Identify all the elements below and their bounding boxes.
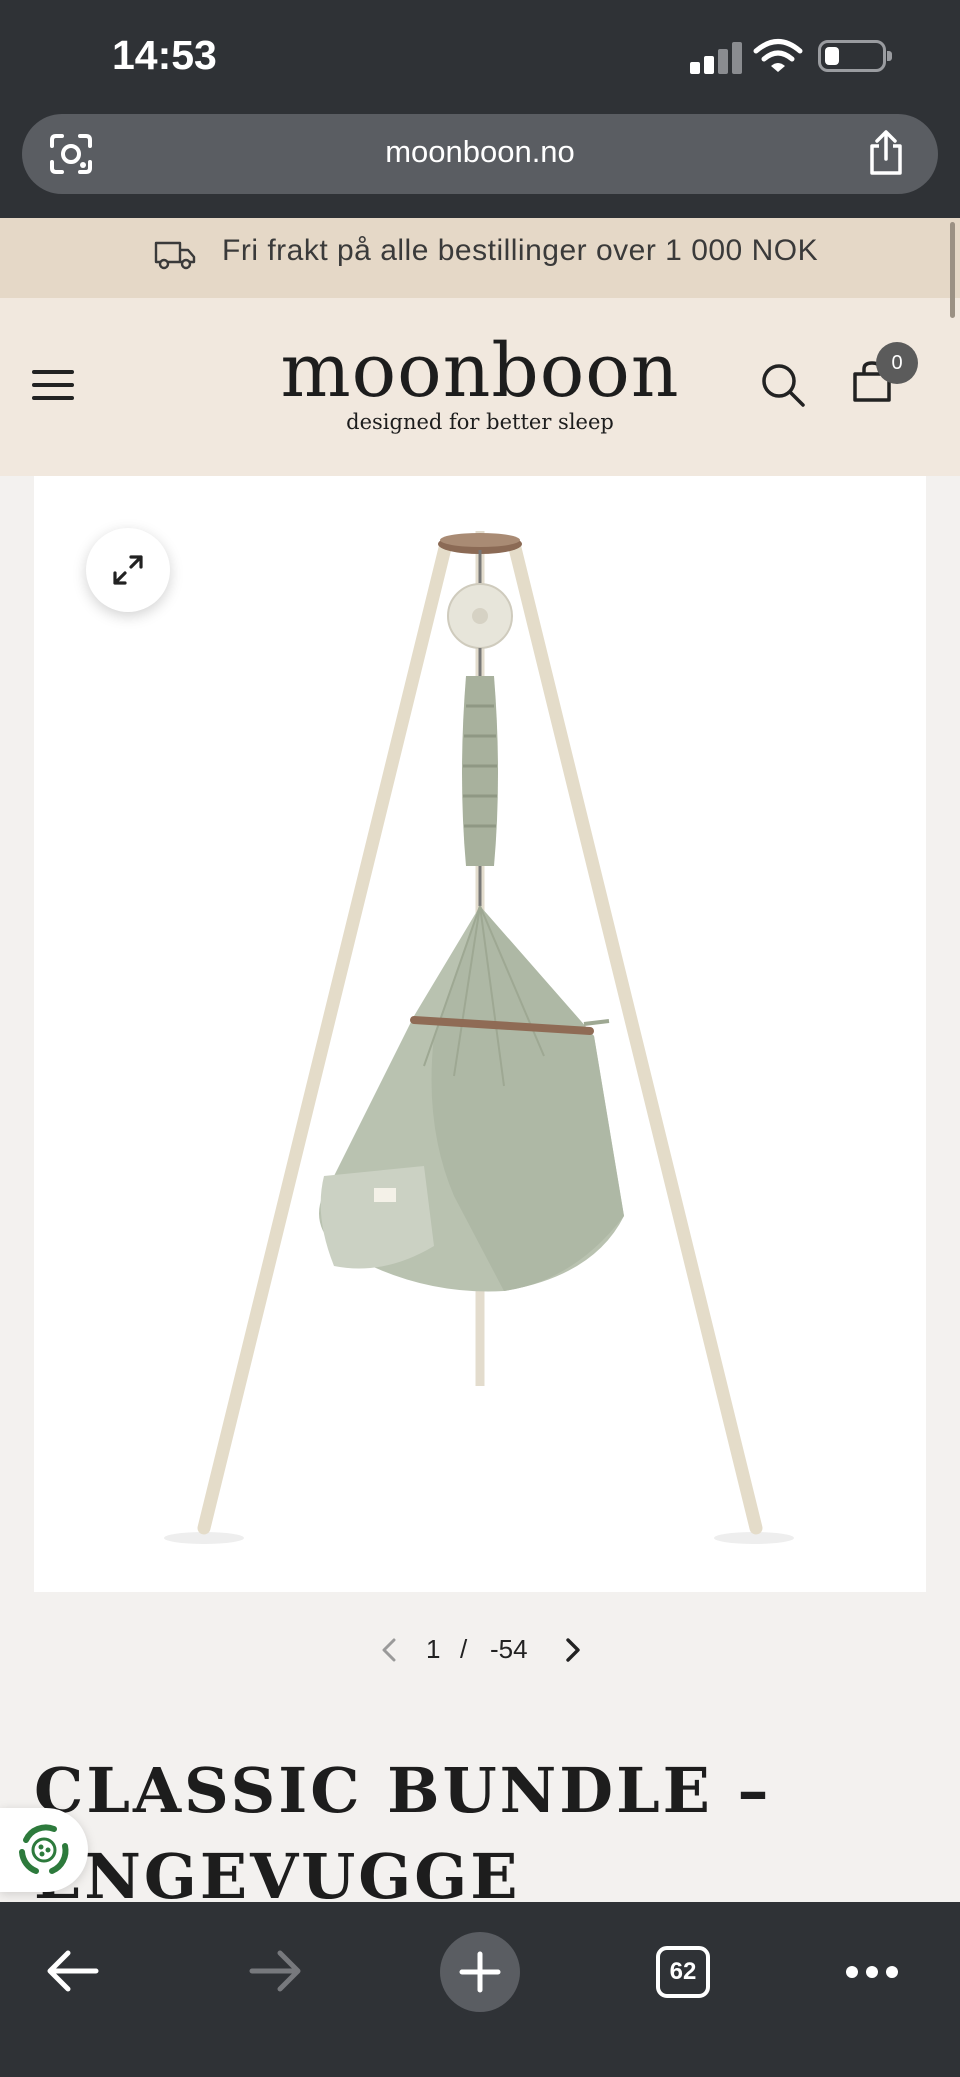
plus-icon (459, 1951, 501, 1993)
chevron-left-icon[interactable] (374, 1634, 404, 1666)
wifi-icon (753, 39, 803, 72)
gallery-total-pages: -54 (490, 1634, 528, 1664)
product-image[interactable] (34, 476, 926, 1592)
site-header: moonboon designed for better sleep 0 (0, 298, 960, 476)
expand-image-button[interactable] (86, 528, 170, 612)
scrollbar-thumb[interactable] (950, 222, 955, 318)
browser-chrome: 14:53 moonboon.no (0, 0, 960, 218)
gallery-current-page: 1 (426, 1634, 441, 1664)
promo-text: Fri frakt på alle bestillinger over 1 00… (222, 234, 819, 267)
gallery-page-separator: / (460, 1634, 468, 1664)
hanging-crib-image (164, 531, 794, 1544)
search-icon[interactable] (760, 362, 806, 408)
site-logo[interactable]: moonboon (0, 328, 960, 414)
new-tab-button[interactable] (440, 1932, 520, 2012)
forward-arrow-icon[interactable] (248, 1948, 304, 1994)
more-options-icon[interactable] (846, 1962, 898, 1982)
recycle-icon (19, 1824, 69, 1874)
site-tagline: designed for better sleep (346, 410, 614, 434)
product-title: CLASSIC BUNDLE – ENGEVUGGE (34, 1754, 772, 1913)
gallery-pagination: 1 / -54 (0, 1630, 960, 1670)
free-shipping-banner: Fri frakt på alle bestillinger over 1 00… (0, 218, 960, 298)
back-arrow-icon[interactable] (44, 1948, 100, 1994)
status-time: 14:53 (112, 32, 217, 78)
cellular-signal-icon (690, 42, 742, 74)
truck-icon (154, 241, 196, 270)
share-icon[interactable] (866, 130, 906, 176)
tab-switcher-button[interactable]: 62 (656, 1946, 710, 1998)
battery-icon (818, 40, 892, 72)
url-text: moonboon.no (385, 134, 575, 169)
cart-count-badge[interactable]: 0 (876, 342, 918, 384)
browser-toolbar: 62 (0, 1902, 960, 2077)
expand-icon (113, 555, 143, 585)
chevron-right-icon[interactable] (558, 1634, 588, 1666)
address-bar[interactable]: moonboon.no (22, 114, 938, 194)
eco-badge[interactable] (0, 1808, 88, 1892)
